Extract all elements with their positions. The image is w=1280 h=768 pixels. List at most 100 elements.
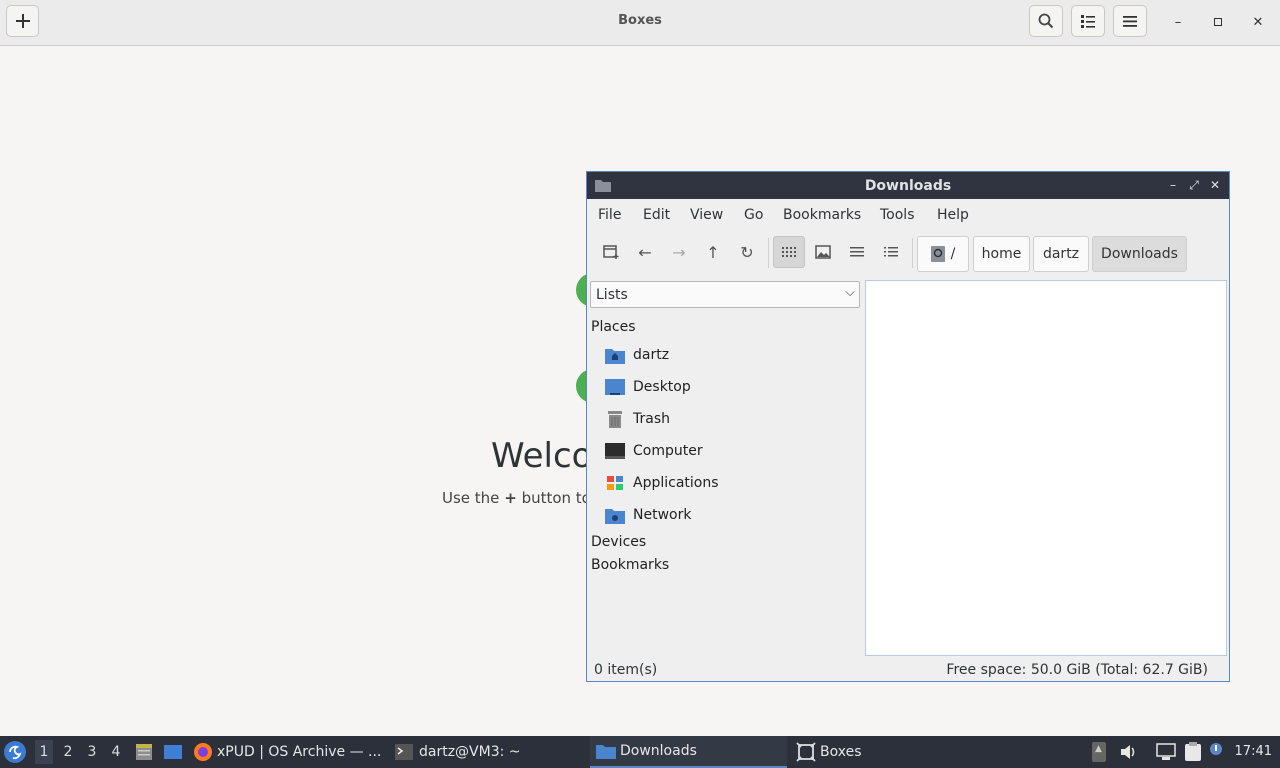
path-root-label: / — [950, 246, 956, 262]
search-icon — [1038, 13, 1054, 29]
clipboard-tray[interactable] — [1184, 742, 1202, 766]
reload-button[interactable]: ↻ — [731, 236, 763, 268]
search-button[interactable] — [1029, 5, 1063, 37]
bookmarks-header[interactable]: Bookmarks — [591, 557, 669, 573]
clock[interactable]: 17:41 — [1235, 744, 1272, 759]
devices-header[interactable]: Devices — [591, 534, 646, 550]
network-folder-icon — [605, 509, 625, 524]
place-item-computer[interactable]: Computer — [605, 440, 855, 464]
volume-icon — [1121, 745, 1135, 759]
places-header[interactable]: Places — [591, 319, 636, 335]
arrow-left-icon: ← — [638, 242, 652, 262]
window-title: Downloads — [864, 178, 952, 194]
network-icon — [1156, 743, 1176, 760]
compact-list-icon — [850, 247, 864, 257]
lxqt-logo-icon — [9, 745, 22, 760]
tray-arrow-button[interactable]: ▲ — [1092, 742, 1106, 762]
status-bar: 0 item(s) Free space: 50.0 GiB (Total: 6… — [587, 658, 1229, 681]
main-menu-button[interactable] — [1113, 5, 1147, 37]
maximize-icon — [1214, 18, 1222, 26]
place-item-network[interactable]: Network — [605, 504, 855, 528]
menu-file[interactable]: File — [598, 207, 621, 223]
desktop-icon — [605, 379, 625, 395]
close-button[interactable]: ✕ — [1247, 11, 1269, 33]
place-item-label: Network — [633, 507, 692, 523]
info-icon — [1210, 743, 1222, 755]
list-view-icon — [1081, 15, 1095, 28]
toolbar: ← → ↑ ↻ / home dartz Downloads — [587, 232, 1229, 276]
minimize-icon: – — [1174, 14, 1182, 30]
menu-tools[interactable]: Tools — [880, 207, 915, 223]
welcome-subtitle: Use the + button to — [442, 489, 591, 507]
volume-tray[interactable] — [1119, 743, 1137, 765]
start-menu-button[interactable] — [4, 741, 26, 763]
icon-view-button[interactable] — [773, 236, 805, 268]
up-button[interactable]: ↑ — [697, 236, 729, 268]
view-toggle-button[interactable] — [1071, 5, 1105, 37]
quicklaunch-show-desktop[interactable] — [163, 743, 183, 765]
file-manager-window: Downloads – ⤢ ✕ File Edit View Go Bookma… — [586, 171, 1230, 682]
task-firefox[interactable]: xPUD | OS Archive — ... — [193, 736, 383, 768]
image-icon — [815, 245, 831, 259]
minimize-button[interactable]: – — [1167, 11, 1189, 33]
side-pane: Lists ⌵ Places dartz Desktop Trash Compu… — [587, 280, 863, 658]
menu-help[interactable]: Help — [937, 207, 969, 223]
workspace-3[interactable]: 3 — [83, 744, 101, 760]
boxes-headerbar: Boxes – ✕ — [0, 0, 1280, 46]
task-label: xPUD | OS Archive — ... — [217, 744, 382, 760]
side-pane-mode-select[interactable]: Lists ⌵ — [590, 281, 860, 308]
chevron-down-icon: ⌵ — [845, 285, 855, 300]
icon-grid-icon — [782, 247, 796, 257]
detailed-view-button[interactable] — [875, 236, 907, 268]
computer-icon — [605, 443, 625, 459]
task-label: Downloads — [620, 743, 697, 759]
path-button-dartz[interactable]: dartz — [1033, 236, 1089, 272]
window-minimize-button[interactable]: – — [1165, 177, 1181, 193]
place-item-desktop[interactable]: Desktop — [605, 376, 855, 400]
thumbnail-view-button[interactable] — [807, 236, 839, 268]
new-tab-icon — [603, 245, 619, 259]
close-icon: ✕ — [1209, 178, 1221, 192]
window-titlebar[interactable]: Downloads – ⤢ ✕ — [587, 172, 1229, 199]
toolbar-separator — [912, 238, 913, 268]
menu-bookmarks[interactable]: Bookmarks — [783, 207, 861, 223]
network-tray[interactable] — [1156, 743, 1176, 765]
place-item-label: Trash — [633, 411, 670, 427]
place-item-applications[interactable]: Applications — [605, 472, 855, 496]
task-terminal[interactable]: dartz@VM3: ~ — [395, 736, 585, 768]
back-button[interactable]: ← — [629, 236, 661, 268]
arrow-right-icon: → — [672, 242, 686, 262]
trash-icon — [608, 411, 622, 428]
workspace-1[interactable]: 1 — [35, 740, 53, 764]
workspace-4[interactable]: 4 — [107, 744, 125, 760]
new-tab-button[interactable] — [595, 236, 627, 268]
path-root-button[interactable]: / — [917, 236, 969, 272]
maximize-button[interactable] — [1207, 11, 1229, 33]
task-boxes[interactable]: Boxes — [796, 736, 946, 768]
menubar: File Edit View Go Bookmarks Tools Help — [587, 199, 1229, 229]
task-downloads[interactable]: Downloads — [590, 736, 787, 768]
file-view[interactable] — [865, 280, 1227, 656]
place-item-trash[interactable]: Trash — [605, 408, 855, 432]
reload-icon: ↻ — [740, 242, 754, 262]
terminal-icon — [395, 744, 413, 760]
forward-button[interactable]: → — [663, 236, 695, 268]
notification-tray[interactable] — [1209, 742, 1223, 762]
place-item-label: dartz — [633, 347, 670, 363]
place-item-home[interactable]: dartz — [605, 344, 855, 368]
menu-view[interactable]: View — [690, 207, 723, 223]
compact-view-button[interactable] — [841, 236, 873, 268]
boxes-icon — [796, 742, 816, 762]
window-maximize-button[interactable]: ⤢ — [1186, 177, 1202, 193]
path-button-downloads[interactable]: Downloads — [1092, 236, 1187, 272]
desktop-icon — [164, 745, 182, 759]
path-button-home[interactable]: home — [973, 236, 1030, 272]
menu-go[interactable]: Go — [744, 207, 763, 223]
side-pane-mode-value: Lists — [596, 287, 628, 303]
window-close-button[interactable]: ✕ — [1207, 177, 1223, 193]
place-item-label: Applications — [633, 475, 719, 491]
quicklaunch-file-manager[interactable] — [135, 743, 153, 765]
workspace-2[interactable]: 2 — [59, 744, 77, 760]
menu-edit[interactable]: Edit — [643, 207, 670, 223]
detail-list-icon — [884, 247, 898, 257]
